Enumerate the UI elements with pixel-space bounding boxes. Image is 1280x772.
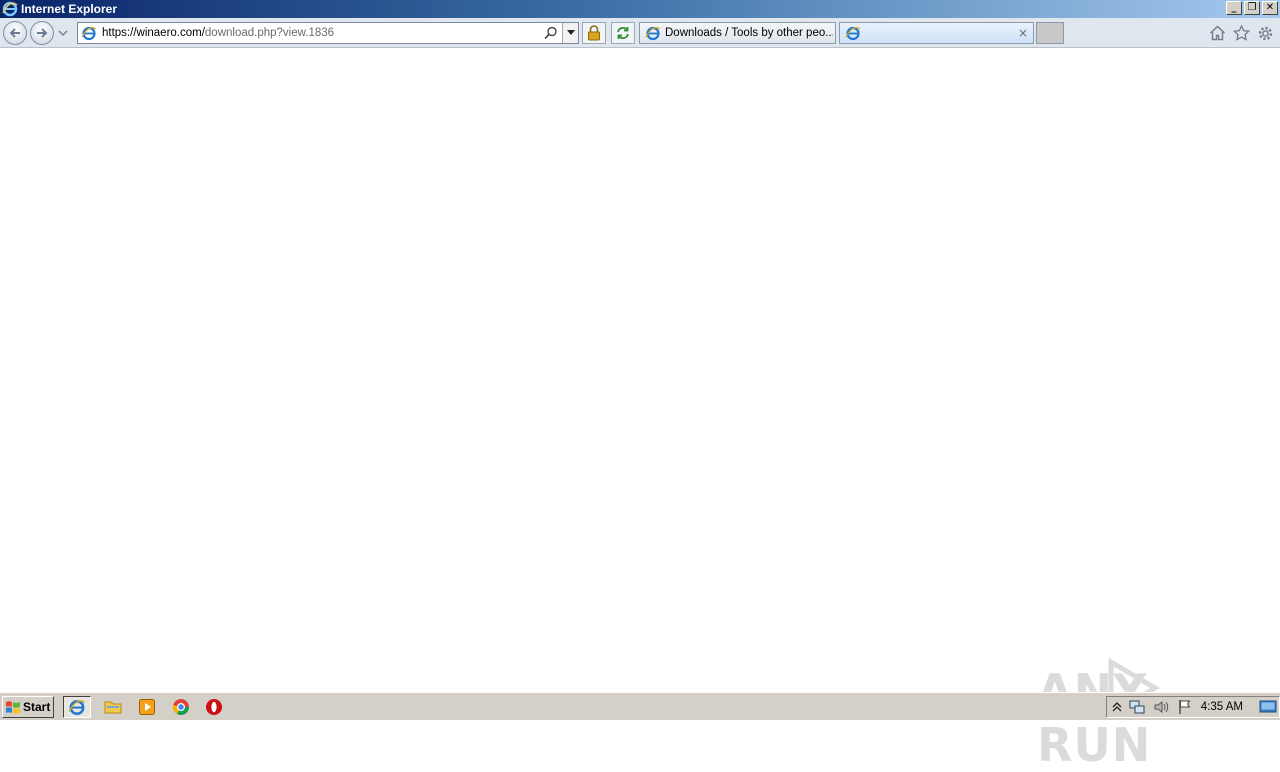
forward-button[interactable] [30,21,54,45]
browser-toolbar: https://winaero.com/download.php?view.18… [0,18,1280,48]
url-text[interactable]: https://winaero.com/download.php?view.18… [102,27,334,39]
tab-label: Downloads / Tools by other peo... [665,27,833,39]
taskbar-internet-explorer[interactable] [63,696,91,718]
home-icon [1209,25,1225,41]
search-icon[interactable] [543,25,559,41]
show-hidden-icons-button[interactable] [1109,699,1125,715]
address-bar[interactable]: https://winaero.com/download.php?view.18… [77,22,579,44]
volume-tray-button[interactable] [1153,699,1169,715]
page-ie-icon [81,26,97,41]
chrome-icon [172,699,189,715]
favorites-button[interactable] [1232,24,1250,42]
page-content: ANY RUN [0,48,1280,772]
star-icon [1232,25,1250,41]
taskbar-file-explorer[interactable] [99,696,127,718]
refresh-icon [617,27,629,39]
taskbar-media-player[interactable] [133,696,161,718]
network-tray-button[interactable] [1129,699,1145,715]
gear-icon [1258,26,1272,40]
command-icons [1208,24,1274,42]
lock-icon [588,25,600,41]
recent-pages-chevron-down-icon[interactable] [58,28,68,38]
tools-button[interactable] [1256,24,1274,42]
tab-active[interactable]: × [839,22,1034,44]
taskbar-opera[interactable] [200,696,228,718]
flag-icon [1179,700,1191,714]
url-host: https://winaero.com/ [102,27,205,39]
chevron-up-icon [1112,702,1122,712]
minimize-button[interactable]: _ [1226,1,1242,15]
window-title: Internet Explorer [21,2,118,16]
internet-explorer-icon [68,700,86,715]
chevron-down-icon [566,30,575,35]
address-dropdown-button[interactable] [562,23,578,43]
tab-ie-icon [845,26,861,41]
arrow-right-icon [37,28,48,38]
network-icon [1129,700,1145,714]
folder-icon [104,701,122,714]
refresh-button[interactable] [611,22,635,44]
tab-close-button[interactable]: × [1018,27,1028,39]
url-path: download.php?view.1836 [204,27,335,39]
window-controls: _ ❐ ✕ [1226,1,1278,15]
start-button[interactable]: Start [2,696,54,718]
show-desktop-icon[interactable] [1259,699,1277,715]
tab-downloads[interactable]: Downloads / Tools by other peo... [639,22,836,44]
internet-explorer-icon [2,1,18,17]
windows-flag-icon [6,701,20,714]
start-label: Start [23,700,51,714]
speaker-icon [1154,701,1169,713]
action-center-tray-button[interactable] [1177,699,1193,715]
tab-ie-icon [645,26,661,41]
security-lock-button[interactable] [582,22,606,44]
clock[interactable]: 4:35 AM [1201,701,1243,713]
taskbar-chrome[interactable] [167,696,195,718]
back-button[interactable] [3,21,27,45]
new-tab-button[interactable] [1036,22,1064,44]
arrow-left-icon [9,28,20,38]
media-player-icon [139,699,155,715]
restore-button[interactable]: ❐ [1244,1,1260,15]
taskbar: Start 4:35 AM [0,692,1280,720]
close-button[interactable]: ✕ [1262,1,1278,15]
system-tray: 4:35 AM [1106,696,1280,718]
home-button[interactable] [1208,24,1226,42]
window-titlebar[interactable]: Internet Explorer _ ❐ ✕ [0,0,1280,18]
opera-icon [206,699,222,715]
